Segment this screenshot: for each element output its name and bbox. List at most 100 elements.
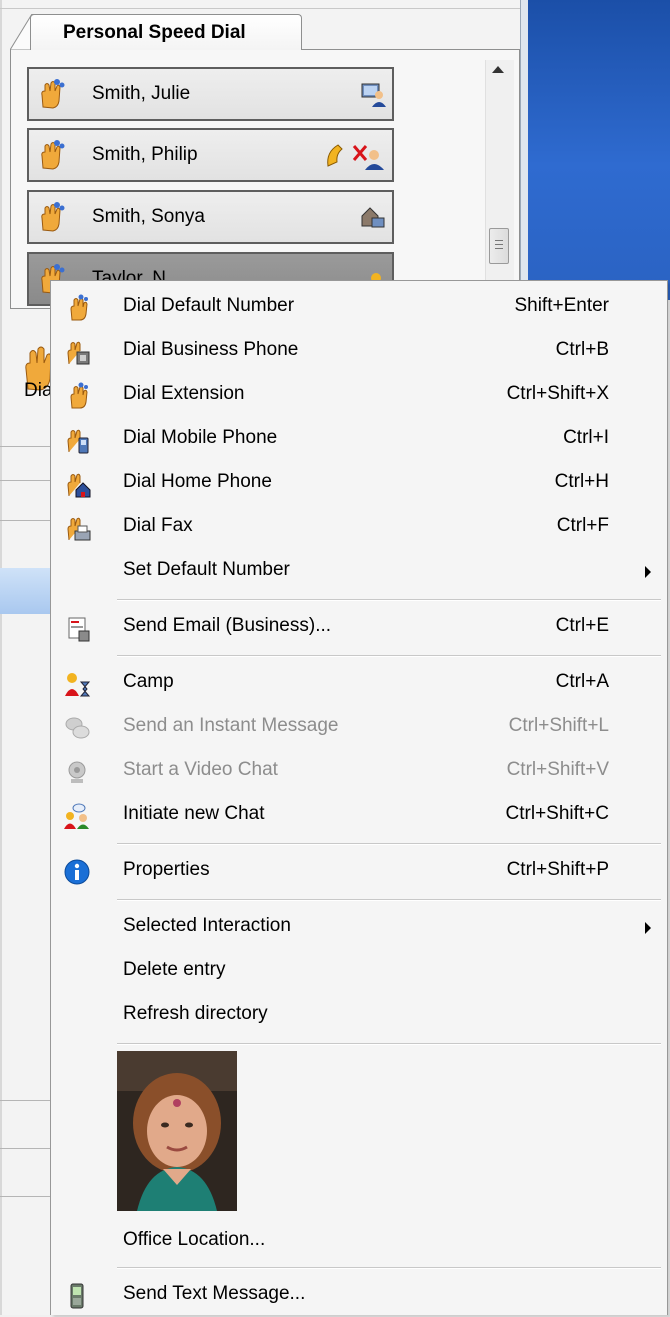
menu-item-shortcut: Ctrl+Shift+P <box>506 859 609 880</box>
menu-item-shortcut: Ctrl+A <box>555 671 609 692</box>
instant-message-icon <box>65 717 90 739</box>
computer-user-icon <box>361 83 386 107</box>
chat-icon <box>64 803 89 829</box>
divider <box>0 480 50 481</box>
menu-item-label: Send Email (Business)... <box>123 615 332 636</box>
menu-item-label: Properties <box>123 859 210 880</box>
menu-item-send-email[interactable]: Send Email (Business)... Ctrl+E <box>51 605 667 649</box>
menu-item-shortcut: Ctrl+Shift+L <box>508 715 609 736</box>
menu-item-label: Camp <box>123 671 174 692</box>
speed-dial-card[interactable]: Smith, Sonya <box>27 190 394 244</box>
menu-item-label: Set Default Number <box>123 559 290 580</box>
menu-item-shortcut: Ctrl+Shift+X <box>506 383 609 404</box>
menu-item-initiate-new-chat[interactable]: Initiate new Chat Ctrl+Shift+C <box>51 793 667 837</box>
dial-fax-icon <box>67 517 91 541</box>
video-chat-icon <box>68 761 86 783</box>
divider <box>0 446 50 447</box>
menu-item-label: Dial Home Phone <box>123 471 272 492</box>
divider <box>0 1196 50 1197</box>
background-blue-bar <box>0 568 50 614</box>
email-icon <box>68 617 90 642</box>
dial-hand-icon <box>70 382 88 409</box>
mobile-phone-icon <box>70 1283 84 1309</box>
dial-mobile-icon <box>67 429 89 454</box>
divider <box>0 8 520 9</box>
dial-business-icon <box>67 341 90 365</box>
menu-item-shortcut: Ctrl+H <box>554 471 609 492</box>
contact-photo <box>117 1051 237 1211</box>
menu-item-dial-home-phone[interactable]: Dial Home Phone Ctrl+H <box>51 461 667 505</box>
menu-item-label: Send Text Message... <box>123 1283 306 1304</box>
window-border <box>0 0 2 1315</box>
menu-item-label: Selected Interaction <box>123 915 291 936</box>
menu-item-office-location[interactable]: Office Location... <box>51 1219 667 1263</box>
menu-item-shortcut: Ctrl+B <box>555 339 609 360</box>
menu-item-label: Dial Extension <box>123 383 245 404</box>
contact-name: Smith, Philip <box>92 144 198 165</box>
menu-item-shortcut: Ctrl+I <box>563 427 609 448</box>
tab-label: Personal Speed Dial <box>63 22 246 43</box>
dial-hand-icon <box>41 140 65 170</box>
dial-button-label[interactable]: Dia <box>24 380 53 402</box>
menu-item-label: Refresh directory <box>123 1003 268 1024</box>
speed-dial-panel: Smith, Julie Smith, Philip Smith, Sonya <box>10 49 520 309</box>
contact-name: Smith, Sonya <box>92 206 205 227</box>
menu-item-label: Dial Fax <box>123 515 193 536</box>
info-icon <box>64 859 90 885</box>
menu-separator <box>117 655 661 657</box>
menu-item-dial-fax[interactable]: Dial Fax Ctrl+F <box>51 505 667 549</box>
dial-hand-icon <box>41 202 65 232</box>
tab-personal-speed-dial[interactable]: Personal Speed Dial <box>30 14 302 50</box>
menu-item-label: Start a Video Chat <box>123 759 278 780</box>
speed-dial-card[interactable]: Smith, Julie <box>27 67 394 121</box>
menu-separator <box>117 1043 661 1045</box>
menu-item-label: Initiate new Chat <box>123 803 265 824</box>
vertical-scrollbar[interactable] <box>485 60 514 308</box>
menu-item-shortcut: Ctrl+Shift+C <box>505 803 609 824</box>
menu-item-label: Delete entry <box>123 959 226 980</box>
menu-item-dial-business-phone[interactable]: Dial Business Phone Ctrl+B <box>51 329 667 373</box>
speed-dial-card[interactable]: Smith, Philip <box>27 128 394 182</box>
divider <box>0 1100 50 1101</box>
submenu-arrow-icon <box>645 922 651 934</box>
menu-item-refresh-directory[interactable]: Refresh directory <box>51 993 667 1037</box>
dial-hand-icon <box>41 79 65 109</box>
phone-no-user-icon <box>327 144 384 170</box>
menu-item-label: Office Location... <box>123 1229 266 1250</box>
menu-item-send-text-message[interactable]: Send Text Message... <box>51 1273 667 1317</box>
menu-item-selected-interaction[interactable]: Selected Interaction <box>51 905 667 949</box>
menu-item-set-default-number[interactable]: Set Default Number <box>51 549 667 593</box>
menu-item-label: Dial Default Number <box>123 295 295 316</box>
menu-item-send-instant-message[interactable]: Send an Instant Message Ctrl+Shift+L <box>51 705 667 749</box>
contact-name: Smith, Julie <box>92 83 191 104</box>
camp-icon <box>65 673 91 697</box>
menu-item-delete-entry[interactable]: Delete entry <box>51 949 667 993</box>
menu-item-label: Dial Business Phone <box>123 339 299 360</box>
scroll-thumb[interactable] <box>489 228 509 264</box>
scroll-up-arrow[interactable] <box>492 66 504 73</box>
menu-item-shortcut: Shift+Enter <box>514 295 609 316</box>
menu-separator <box>117 899 661 901</box>
menu-item-shortcut: Ctrl+F <box>556 515 609 536</box>
menu-item-shortcut: Ctrl+E <box>555 615 609 636</box>
menu-item-start-video-chat[interactable]: Start a Video Chat Ctrl+Shift+V <box>51 749 667 793</box>
divider <box>0 520 50 521</box>
menu-item-dial-extension[interactable]: Dial Extension Ctrl+Shift+X <box>51 373 667 417</box>
menu-item-properties[interactable]: Properties Ctrl+Shift+P <box>51 849 667 893</box>
menu-item-dial-mobile-phone[interactable]: Dial Mobile Phone Ctrl+I <box>51 417 667 461</box>
menu-separator <box>117 1267 661 1269</box>
context-menu: Dial Default Number Shift+Enter Dial Bus… <box>50 280 668 1315</box>
dial-home-icon <box>67 473 91 498</box>
menu-item-camp[interactable]: Camp Ctrl+A <box>51 661 667 705</box>
dial-hand-icon <box>70 294 88 321</box>
menu-separator <box>117 843 661 845</box>
menu-item-dial-default-number[interactable]: Dial Default Number Shift+Enter <box>51 285 667 329</box>
menu-item-label: Send an Instant Message <box>123 715 339 736</box>
menu-separator <box>117 599 661 601</box>
menu-item-label: Dial Mobile Phone <box>123 427 278 448</box>
submenu-arrow-icon <box>645 566 651 578</box>
home-computer-icon <box>361 207 385 228</box>
desktop-background <box>528 0 670 300</box>
menu-item-shortcut: Ctrl+Shift+V <box>506 759 609 780</box>
divider <box>0 1148 50 1149</box>
